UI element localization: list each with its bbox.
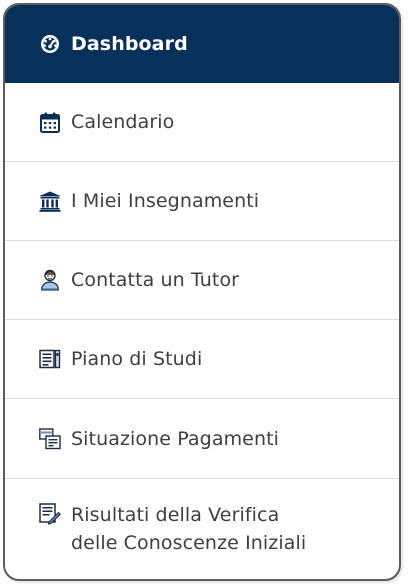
test-results-icon — [39, 503, 61, 525]
menu-item-label: I Miei Insegnamenti — [71, 190, 260, 212]
study-plan-icon — [39, 348, 61, 370]
menu-item-risultati-verifica[interactable]: Risultati della Verifica delle Conoscenz… — [5, 479, 399, 579]
menu-item-label: Calendario — [71, 111, 175, 133]
university-icon — [39, 190, 61, 212]
menu-item-label: Dashboard — [71, 33, 188, 55]
calendar-icon — [39, 111, 61, 133]
menu-item-label: Situazione Pagamenti — [71, 427, 280, 450]
sidebar-menu: Dashboard Calendario I Miei Insegnamenti… — [3, 3, 401, 581]
payments-icon — [39, 427, 61, 450]
menu-item-contatta-tutor[interactable]: Contatta un Tutor — [5, 241, 399, 320]
menu-item-label: Risultati della Verifica delle Conoscenz… — [71, 501, 306, 557]
menu-item-label: Piano di Studi — [71, 348, 203, 370]
menu-item-pagamenti[interactable]: Situazione Pagamenti — [5, 399, 399, 479]
menu-item-dashboard[interactable]: Dashboard — [5, 5, 399, 83]
menu-item-label: Contatta un Tutor — [71, 269, 240, 291]
menu-item-insegnamenti[interactable]: I Miei Insegnamenti — [5, 162, 399, 241]
menu-item-label-line1: Risultati della Verifica — [71, 504, 280, 526]
tutor-icon — [39, 269, 61, 291]
menu-item-piano-studi[interactable]: Piano di Studi — [5, 320, 399, 399]
dashboard-icon — [39, 33, 61, 55]
menu-item-label-line2: delle Conoscenze Iniziali — [71, 532, 307, 554]
menu-item-calendario[interactable]: Calendario — [5, 83, 399, 162]
